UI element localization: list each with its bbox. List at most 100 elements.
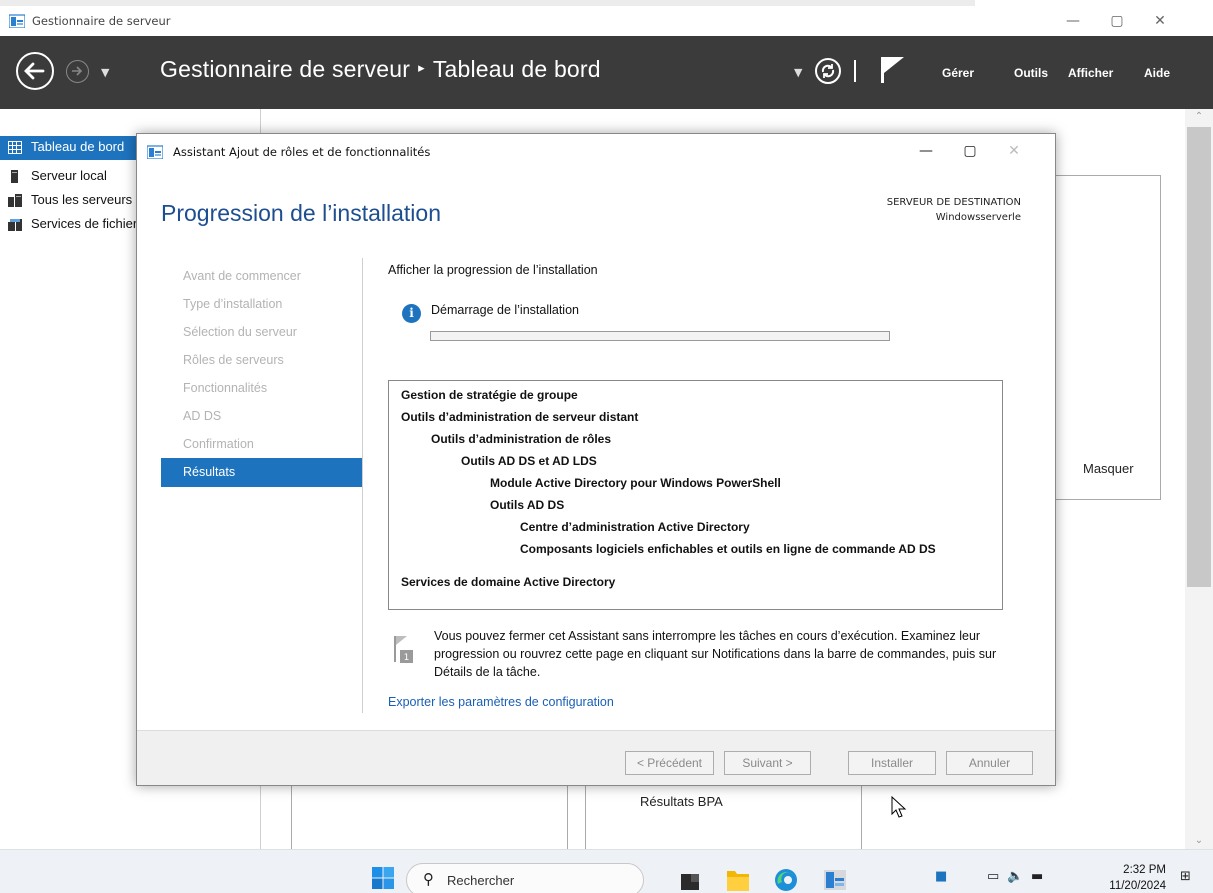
forward-button[interactable]	[66, 60, 89, 83]
wizard-heading: Progression de l’installation	[161, 200, 441, 226]
next-button[interactable]: Suivant >	[724, 751, 811, 775]
top-strip	[0, 0, 1213, 8]
step-results[interactable]: Résultats	[161, 458, 363, 487]
welcome-panel	[1050, 175, 1161, 500]
wizard-close-button[interactable]: ✕	[991, 140, 1037, 164]
step-confirmation: Confirmation	[183, 437, 254, 451]
scrollbar-thumb[interactable]	[1187, 127, 1211, 587]
breadcrumb: Gestionnaire de serveur ▸ Tableau de bord	[160, 56, 601, 83]
cancel-button[interactable]: Annuler	[946, 751, 1033, 775]
header-divider	[854, 60, 856, 82]
step-installation-type: Type d’installation	[183, 297, 283, 311]
breadcrumb-separator-icon: ▸	[418, 59, 425, 75]
server-manager-app-icon	[9, 14, 25, 28]
list-item: Centre d’administration Active Directory	[520, 520, 750, 534]
install-progress-bar	[430, 331, 890, 341]
list-item: Module Active Directory pour Windows Pow…	[490, 476, 781, 490]
feature-list: Gestion de stratégie de groupe Outils d’…	[388, 380, 1003, 610]
taskbar: ⚲ Rechercher ■ ▭ 🔈 ▬ 2:32 PM 11/20/2024 …	[0, 849, 1213, 893]
scroll-up-icon[interactable]: ⌃	[1185, 111, 1213, 122]
volume-icon[interactable]: 🔈	[1007, 869, 1023, 884]
list-item: Outils AD DS et AD LDS	[461, 454, 597, 468]
destination-server-value: Windowsserverle	[935, 212, 1021, 223]
list-item: Outils d’administration de serveur dista…	[401, 410, 639, 424]
step-server-roles: Rôles de serveurs	[183, 353, 284, 367]
refresh-icon	[821, 64, 835, 78]
search-icon: ⚲	[423, 870, 434, 888]
list-item: Outils d’administration de rôles	[431, 432, 612, 446]
search-placeholder: Rechercher	[447, 873, 515, 888]
terminal-app-icon[interactable]	[677, 864, 705, 892]
bpa-results-label[interactable]: Résultats BPA	[640, 794, 723, 809]
menu-view[interactable]: Afficher	[1068, 66, 1113, 80]
step-before-you-begin: Avant de commencer	[183, 269, 301, 283]
notification-center-icon[interactable]: ⊞	[1180, 869, 1191, 884]
list-item: Services de domaine Active Directory	[401, 575, 616, 589]
menu-manage[interactable]: Gérer	[942, 66, 974, 80]
window-title: Gestionnaire de serveur	[32, 14, 171, 28]
window-titlebar: Gestionnaire de serveur — ▢ ✕	[0, 8, 1213, 36]
info-icon: i	[402, 304, 421, 323]
top-strip-bar	[0, 0, 975, 6]
scroll-down-icon[interactable]: ⌄	[1185, 835, 1213, 846]
destination-server-label: SERVEUR DE DESTINATION	[886, 197, 1021, 208]
menu-help[interactable]: Aide	[1144, 66, 1170, 80]
add-roles-wizard-dialog: Assistant Ajout de rôles et de fonctionn…	[136, 133, 1056, 786]
step-ad-ds: AD DS	[183, 409, 222, 423]
server-tile	[291, 783, 568, 853]
menu-tools[interactable]: Outils	[1014, 66, 1048, 80]
flag-badge: 1	[404, 653, 410, 663]
refresh-button[interactable]	[815, 58, 841, 84]
back-button[interactable]	[16, 52, 54, 90]
taskbar-search[interactable]: ⚲ Rechercher	[406, 863, 644, 893]
install-status-text: Démarrage de l’installation	[431, 303, 579, 317]
close-button[interactable]: ✕	[1140, 10, 1180, 34]
install-button[interactable]: Installer	[848, 751, 936, 775]
edge-browser-icon[interactable]	[772, 864, 800, 892]
storage-icon	[8, 219, 22, 231]
step-server-selection: Sélection du serveur	[183, 325, 297, 339]
mouse-cursor-icon	[891, 796, 907, 818]
windows-start-icon[interactable]	[372, 867, 394, 889]
clock-time[interactable]: 2:32 PM	[1108, 864, 1166, 876]
wizard-footer: < Précédent Suivant > Installer Annuler	[137, 730, 1055, 785]
sidebar-item-label: Tableau de bord	[31, 139, 125, 154]
breadcrumb-root[interactable]: Gestionnaire de serveur	[160, 56, 410, 82]
notification-flag-icon: 1	[394, 636, 413, 663]
dashboard-icon	[8, 141, 22, 154]
history-dropdown-icon[interactable]: ▼	[101, 66, 109, 79]
sidebar-item-label: Tous les serveurs	[31, 192, 133, 207]
list-item: Outils AD DS	[490, 498, 565, 512]
wizard-title: Assistant Ajout de rôles et de fonctionn…	[173, 145, 431, 159]
network-icon[interactable]: ▭	[987, 869, 999, 884]
progress-subheading: Afficher la progression de l’installatio…	[388, 263, 598, 277]
wizard-minimize-button[interactable]: —	[903, 140, 949, 164]
breadcrumb-current: Tableau de bord	[432, 56, 601, 82]
hide-welcome-link[interactable]: Masquer	[1083, 461, 1134, 476]
server-tile	[585, 783, 862, 853]
previous-button[interactable]: < Précédent	[625, 751, 714, 775]
list-item: Composants logiciels enfichables et outi…	[520, 542, 936, 556]
maximize-button[interactable]: ▢	[1097, 10, 1137, 34]
vertical-scrollbar[interactable]: ⌃ ⌄	[1185, 109, 1213, 849]
minimize-button[interactable]: —	[1053, 10, 1093, 34]
breadcrumb-dropdown-icon[interactable]: ▼	[794, 66, 802, 79]
tray-network-app-icon[interactable]: ■	[935, 869, 947, 884]
battery-icon[interactable]: ▬	[1031, 869, 1043, 884]
sidebar-item-label: Serveur local	[31, 168, 107, 183]
servers-icon	[8, 194, 22, 207]
notifications-flag-icon[interactable]	[878, 55, 908, 85]
wizard-titlebar: Assistant Ajout de rôles et de fonctionn…	[137, 134, 1055, 170]
file-explorer-icon[interactable]	[724, 864, 752, 892]
server-manager-header: ▼ Gestionnaire de serveur ▸ Tableau de bor…	[0, 36, 1213, 109]
export-config-link[interactable]: Exporter les paramètres de configuration	[388, 695, 614, 709]
server-manager-taskbar-icon[interactable]	[821, 864, 849, 892]
wizard-maximize-button[interactable]: ▢	[947, 140, 993, 164]
list-item: Gestion de stratégie de groupe	[401, 388, 578, 402]
server-icon	[11, 170, 18, 183]
wizard-nav-divider	[362, 258, 363, 713]
arrow-left-icon	[24, 62, 45, 80]
step-features: Fonctionnalités	[183, 381, 268, 395]
clock-date[interactable]: 11/20/2024	[1096, 880, 1166, 892]
arrow-right-icon	[72, 66, 83, 76]
